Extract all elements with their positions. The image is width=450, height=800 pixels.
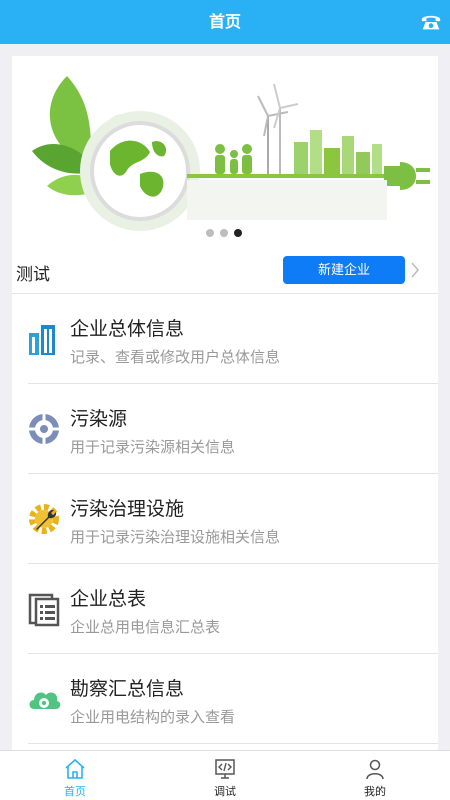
tab-label: 我的 [364,785,386,798]
menu-item-desc: 企业用电结构的录入查看 [70,708,236,726]
eco-banner-illustration [32,76,430,231]
menu-item-title: 污染治理设施 [70,498,185,520]
menu-item-desc: 企业总用电信息汇总表 [70,618,221,636]
tab-home[interactable]: 首页 [0,751,150,800]
gear-wrench-icon [29,504,59,534]
target-icon [28,413,60,445]
page-title: 首页 [208,12,241,31]
tab-debug[interactable]: 调试 [150,751,300,800]
menu-item-treatment-facilities[interactable]: 污染治理设施 用于记录污染治理设施相关信息 [12,474,438,564]
menu-item-desc: 用于记录污染治理设施相关信息 [70,528,281,546]
menu-item-title: 污染源 [70,408,128,430]
menu-item-survey-summary[interactable]: 勘察汇总信息 企业用电结构的录入查看 [12,654,438,744]
tab-mine[interactable]: 我的 [300,751,450,800]
menu-item-title: 企业总表 [70,588,147,610]
cloud-gear-icon [29,692,61,709]
company-name: 测试 [16,265,50,285]
code-icon [215,759,235,779]
menu-item-company-summary[interactable]: 企业总表 企业总用电信息汇总表 [12,564,438,654]
content-card: 测试 新建企业 企业总体信息 记录、查看或修改用户总体信息 污染源 用于记录污染… [12,56,438,756]
user-icon [366,759,384,780]
menu-item-title: 勘察汇总信息 [70,678,185,700]
new-company-button[interactable]: 新建企业 [283,256,405,284]
menu-item-pollution-source[interactable]: 污染源 用于记录污染源相关信息 [12,384,438,474]
carousel-dot[interactable] [206,229,214,237]
top-bar: 首页 [0,0,450,44]
company-row: 测试 新建企业 [12,252,438,294]
document-icon [28,593,60,627]
phone-icon[interactable] [420,11,442,33]
menu-item-company-info[interactable]: 企业总体信息 记录、查看或修改用户总体信息 [12,294,438,384]
carousel-dot[interactable] [220,229,228,237]
menu-item-desc: 用于记录污染源相关信息 [70,438,236,456]
tab-bar: 首页 调试 我的 [0,750,450,800]
menu-item-desc: 记录、查看或修改用户总体信息 [70,348,281,366]
banner-carousel[interactable] [12,56,438,244]
divider [28,743,438,744]
carousel-dots[interactable] [206,229,254,239]
chevron-right-icon[interactable] [410,261,420,279]
tab-label: 调试 [214,785,236,798]
home-icon [65,758,85,779]
tab-label: 首页 [64,785,86,798]
menu-item-title: 企业总体信息 [70,318,185,340]
buildings-icon [29,325,55,355]
carousel-dot-active[interactable] [234,229,242,237]
